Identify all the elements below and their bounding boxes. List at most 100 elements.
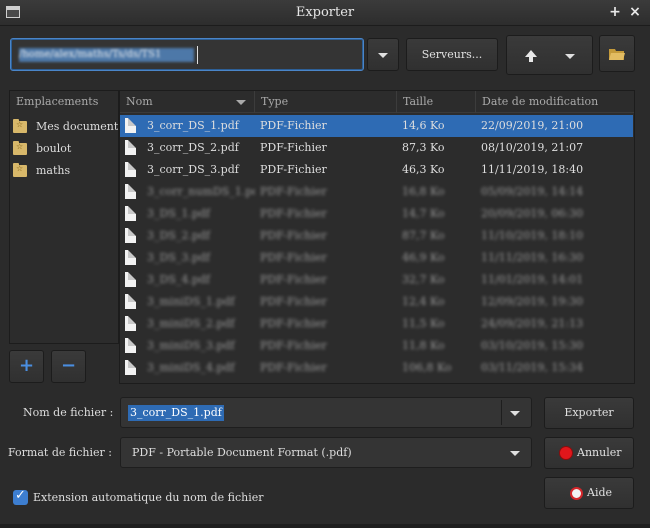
add-place-button[interactable]: + [9, 350, 44, 383]
file-size: 11,5 Ko [402, 317, 445, 330]
folder-open-icon [609, 49, 625, 60]
path-history-dropdown[interactable] [367, 38, 399, 71]
pdf-file-icon [125, 250, 136, 265]
file-type: PDF-Fichier [260, 361, 327, 374]
column-header-name[interactable]: Nom [120, 91, 255, 113]
file-date: 24/09/2019, 21:13 [481, 317, 584, 330]
file-date: 08/10/2019, 21:07 [481, 141, 584, 154]
column-header-type[interactable]: Type [255, 91, 397, 113]
file-size: 12,4 Ko [402, 295, 445, 308]
table-row[interactable]: 3_miniDS_2.pdf PDF-Fichier 11,5 Ko 24/09/20… [120, 313, 633, 335]
file-date: 20/09/2019, 06:30 [481, 207, 584, 220]
filename-input-value[interactable]: 3_corr_DS_1.pdf [128, 405, 224, 421]
file-name: 3_corr_DS_2.pdf [147, 141, 239, 154]
file-name: 3_miniDS_3.pdf [147, 339, 235, 352]
arrow-up-icon[interactable] [523, 48, 539, 64]
path-text: /home/alex/maths/Ts/ds/TS1 [19, 48, 194, 62]
format-select[interactable]: PDF - Portable Document Format (.pdf) [120, 437, 532, 468]
window-title: Exporter [295, 5, 355, 20]
place-item[interactable]: Mes document [10, 116, 118, 138]
file-size: 87,7 Ko [402, 229, 445, 242]
text-caret [197, 46, 198, 64]
file-size: 32,7 Ko [402, 273, 445, 286]
file-name: 3_DS_4.pdf [147, 273, 211, 286]
auto-extension-label: Extension automatique du nom de fichier [33, 491, 264, 504]
file-size: 106,8 Ko [402, 361, 452, 374]
table-row[interactable]: 3_miniDS_1.pdf PDF-Fichier 12,4 Ko 12/09/20… [120, 291, 633, 313]
pdf-file-icon [125, 294, 136, 309]
pdf-file-icon [125, 228, 136, 243]
open-folder-button[interactable] [599, 35, 635, 72]
place-item[interactable]: boulot [10, 138, 118, 160]
file-size: 46,3 Ko [402, 163, 445, 176]
pdf-file-icon [125, 272, 136, 287]
place-label: Mes document [36, 120, 118, 133]
file-type: PDF-Fichier [260, 339, 327, 352]
folder-star-icon [13, 119, 27, 133]
file-date: 12/09/2019, 19:30 [481, 295, 584, 308]
file-name: 3_DS_2.pdf [147, 229, 211, 242]
file-type: PDF-Fichier [260, 207, 327, 220]
file-date: 11/11/2019, 18:40 [481, 163, 584, 176]
table-row[interactable]: 3_DS_2.pdf PDF-Fichier 87,7 Ko 11/10/2019, … [120, 225, 633, 247]
file-type: PDF-Fichier [260, 163, 327, 176]
file-date: 22/09/2019, 21:00 [481, 119, 584, 132]
file-type: PDF-Fichier [260, 119, 327, 132]
file-date: 11/10/2019, 18:10 [481, 229, 584, 242]
chevron-down-icon[interactable] [565, 54, 575, 59]
folder-star-icon [13, 163, 27, 177]
file-size: 11,8 Ko [402, 339, 445, 352]
help-lifebuoy-icon [570, 487, 583, 500]
table-row[interactable]: 3_DS_3.pdf PDF-Fichier 46,9 Ko 11/11/2019, … [120, 247, 633, 269]
file-name: 3_corr_DS_3.pdf [147, 163, 239, 176]
filename-combobox[interactable]: 3_corr_DS_1.pdf [120, 397, 532, 428]
file-date: 03/10/2019, 15:30 [481, 339, 584, 352]
table-row[interactable]: 3_miniDS_3.pdf PDF-Fichier 11,8 Ko 03/10/20… [120, 335, 633, 357]
file-type: PDF-Fichier [260, 251, 327, 264]
pdf-file-icon [125, 206, 136, 221]
column-header-date[interactable]: Date de modification [476, 91, 634, 113]
place-label: maths [36, 164, 71, 177]
chevron-down-icon [510, 451, 520, 456]
chevron-down-icon [378, 53, 388, 58]
table-row[interactable]: 3_corr_DS_3.pdf PDF-Fichier 46,3 Ko 11/11/2… [120, 159, 633, 181]
table-row[interactable]: 3_miniDS_4.pdf PDF-Fichier 106,8 Ko 03/11/2… [120, 357, 633, 379]
place-item[interactable]: maths [10, 160, 118, 182]
table-row[interactable]: 3_corr_numDS_1.pdf PDF-Fichier 16,8 Ko 05/0… [120, 181, 633, 203]
close-icon[interactable]: × [626, 3, 644, 21]
auto-extension-checkbox[interactable] [13, 488, 28, 505]
file-name: 3_DS_3.pdf [147, 251, 211, 264]
place-label: boulot [36, 142, 72, 155]
table-row[interactable]: 3_DS_1.pdf PDF-Fichier 14,7 Ko 20/09/2019, … [120, 203, 633, 225]
title-bar: Exporter + × [0, 0, 650, 26]
cancel-label: Annuler [577, 446, 622, 459]
chevron-down-icon[interactable] [510, 411, 520, 416]
parent-folder-split-button[interactable] [506, 35, 593, 75]
help-label: Aide [587, 486, 613, 499]
file-name: 3_corr_DS_1.pdf [147, 119, 239, 132]
servers-button[interactable]: Serveurs... [406, 38, 498, 71]
file-type: PDF-Fichier [260, 273, 327, 286]
pdf-file-icon [125, 118, 136, 133]
file-type: PDF-Fichier [260, 317, 327, 330]
pin-icon[interactable]: + [606, 3, 624, 21]
file-name: 3_DS_1.pdf [147, 207, 211, 220]
table-row[interactable]: 3_corr_DS_1.pdf PDF-Fichier 14,6 Ko 22/09/2… [120, 115, 633, 137]
file-list-panel[interactable]: Nom Type Taille Date de modification 3_c… [119, 90, 635, 384]
help-button[interactable]: Aide [544, 477, 634, 509]
format-select-value: PDF - Portable Document Format (.pdf) [132, 446, 352, 459]
column-header-size[interactable]: Taille [397, 91, 476, 113]
file-size: 16,8 Ko [402, 185, 445, 198]
export-button[interactable]: Exporter [544, 397, 634, 429]
file-type: PDF-Fichier [260, 185, 327, 198]
remove-place-button[interactable]: − [51, 350, 86, 383]
table-row[interactable]: 3_corr_DS_2.pdf PDF-Fichier 87,3 Ko 08/10/2… [120, 137, 633, 159]
table-row[interactable]: 3_DS_4.pdf PDF-Fichier 32,7 Ko 11/01/2019, … [120, 269, 633, 291]
cancel-button[interactable]: Annuler [544, 437, 634, 469]
places-panel: Emplacements Mes document boulot maths [9, 90, 119, 344]
file-date: 05/09/2019, 14:14 [481, 185, 584, 198]
places-header: Emplacements [16, 95, 99, 108]
sort-desc-icon [236, 100, 246, 105]
filename-label: Nom de fichier : [23, 406, 114, 419]
path-input[interactable]: /home/alex/maths/Ts/ds/TS1 [10, 38, 364, 71]
